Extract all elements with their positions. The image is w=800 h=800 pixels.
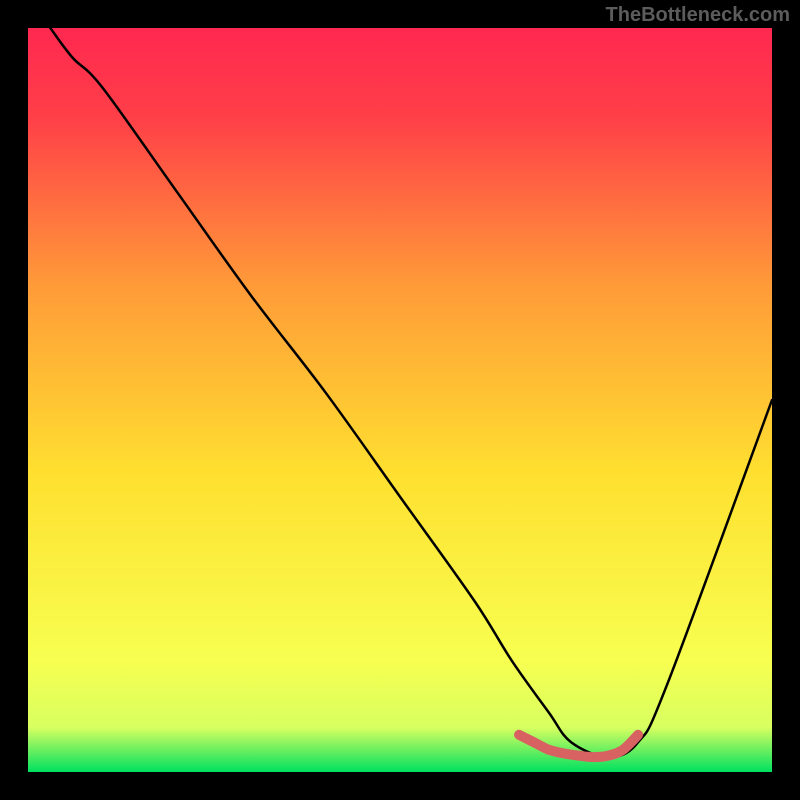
watermark-text: TheBottleneck.com — [606, 4, 790, 27]
chart-canvas — [0, 0, 800, 800]
